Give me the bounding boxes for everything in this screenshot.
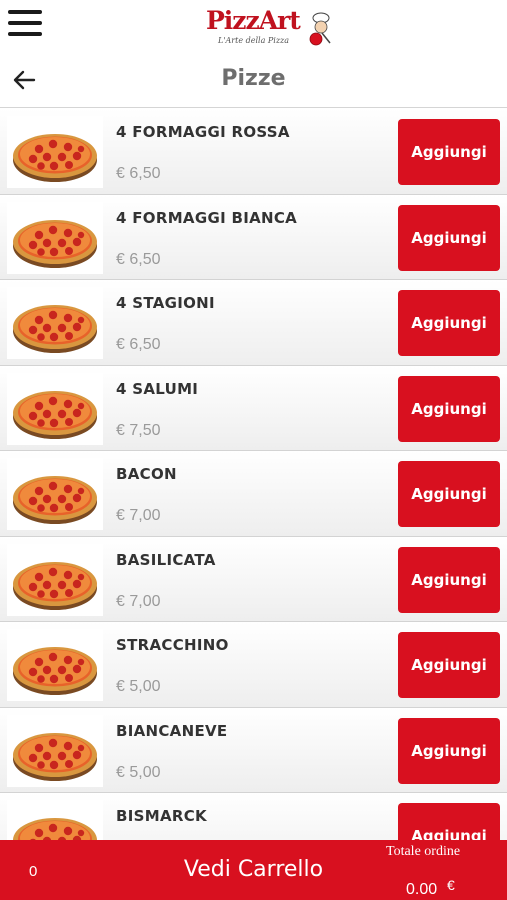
add-to-cart-button[interactable]: Aggiungi [398, 375, 500, 442]
product-list[interactable]: 4 FORMAGGI ROSSA € 6,50 Aggiungi 4 FORMAGGI… [0, 109, 507, 840]
product-thumbnail[interactable] [7, 372, 103, 445]
add-to-cart-button[interactable]: Aggiungi [398, 119, 500, 185]
page-title: Pizze [221, 66, 286, 91]
product-name: 4 FORMAGGI BIANCA [116, 208, 298, 227]
pizza-image [13, 732, 97, 781]
pizza-image [13, 134, 97, 182]
product-row: 4 FORMAGGI ROSSA € 6,50 Aggiungi [0, 109, 507, 195]
product-price: € 6,50 [116, 165, 161, 182]
product-row: 4 SALUMI € 7,50 Aggiungi [0, 365, 507, 451]
product-thumbnail[interactable] [7, 287, 103, 359]
product-price: € 5,00 [116, 763, 161, 781]
pizza-image [13, 647, 97, 695]
product-name: 4 SALUMI [116, 379, 199, 398]
product-price: € 7,00 [116, 592, 161, 610]
add-to-cart-button[interactable]: Aggiungi [398, 717, 500, 784]
pizza-image [13, 219, 97, 268]
product-price: € 6,50 [116, 336, 161, 353]
app-logo: PizzArt L'Arte della Pizza [204, 6, 334, 48]
product-thumbnail[interactable] [7, 714, 103, 787]
product-row: STRACCHINO € 5,00 Aggiungi [0, 622, 507, 708]
product-thumbnail[interactable] [7, 201, 103, 274]
product-name: BISMARCK [116, 807, 207, 825]
product-row: BIANCANEVE € 5,00 Aggiungi [0, 707, 507, 793]
product-thumbnail[interactable] [7, 543, 103, 616]
add-to-cart-button[interactable]: Aggiungi [398, 461, 500, 527]
product-price: € 7,00 [116, 507, 161, 524]
order-total-currency: € [447, 877, 455, 893]
product-price: € 7,50 [116, 421, 161, 439]
product-thumbnail[interactable] [7, 629, 103, 701]
product-row: 4 FORMAGGI BIANCA € 6,50 Aggiungi [0, 194, 507, 280]
product-row: BISMARCK Aggiungi [0, 793, 507, 840]
add-to-cart-button[interactable]: Aggiungi [398, 803, 500, 840]
pizza-image [13, 561, 97, 610]
view-cart-label: Vedi Carrello [183, 857, 324, 882]
pizza-image [13, 818, 97, 840]
page-header: Pizze [0, 52, 507, 108]
top-bar: PizzArt L'Arte della Pizza [0, 0, 507, 52]
product-row: BASILICATA € 7,00 Aggiungi [0, 536, 507, 622]
logo-text: PizzArt [206, 6, 301, 35]
pizza-image [13, 390, 97, 439]
product-name: BASILICATA [116, 550, 216, 569]
product-thumbnail[interactable] [7, 458, 103, 530]
product-name: BIANCANEVE [116, 721, 228, 740]
chef-mascot-icon [309, 12, 331, 46]
product-name: 4 FORMAGGI ROSSA [116, 123, 290, 141]
order-total-label: Totale ordine [386, 844, 461, 859]
add-to-cart-button[interactable]: Aggiungi [398, 632, 500, 698]
order-total-value: 0.00 [406, 881, 438, 898]
pizza-image [13, 476, 97, 524]
view-cart-bar[interactable]: 0 Vedi Carrello Totale ordine 0.00 € [0, 840, 507, 900]
add-to-cart-button[interactable]: Aggiungi [398, 204, 500, 271]
product-name: BACON [116, 465, 177, 483]
product-name: STRACCHINO [116, 636, 229, 654]
add-to-cart-button[interactable]: Aggiungi [398, 290, 500, 356]
logo-tagline: L'Arte della Pizza [218, 36, 290, 45]
product-thumbnail[interactable] [7, 800, 103, 840]
product-price: € 6,50 [116, 250, 161, 268]
product-thumbnail[interactable] [7, 116, 103, 188]
product-row: BACON € 7,00 Aggiungi [0, 451, 507, 537]
product-name: 4 STAGIONI [116, 294, 215, 312]
product-price: € 5,00 [116, 678, 161, 695]
pizza-image [13, 305, 97, 353]
add-to-cart-button[interactable]: Aggiungi [398, 546, 500, 613]
hamburger-menu-icon[interactable] [8, 10, 42, 36]
product-row: 4 STAGIONI € 6,50 Aggiungi [0, 280, 507, 366]
